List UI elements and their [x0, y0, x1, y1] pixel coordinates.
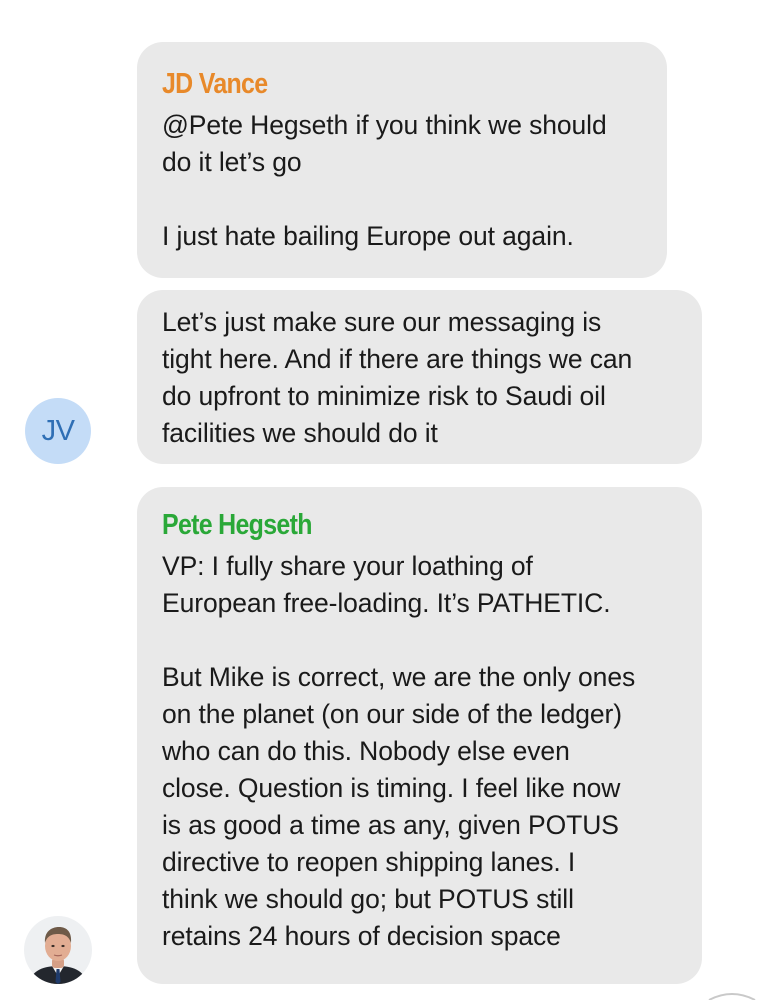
message-line: Let’s just make sure our messaging is: [162, 307, 602, 337]
avatar-pete-hegseth[interactable]: [24, 916, 92, 984]
message-line: directive to reopen shipping lanes. I: [162, 847, 576, 877]
message-line: on the planet (on our side of the ledger…: [162, 699, 622, 729]
message-line: is as good a time as any, given POTUS: [162, 810, 619, 840]
message-line: But Mike is correct, we are the only one…: [162, 662, 636, 692]
message-line: retains 24 hours of decision space: [162, 921, 561, 951]
person-photo-icon: [24, 916, 92, 984]
message-bubble-jd-vance-2[interactable]: Let’s just make sure our messaging is ti…: [137, 290, 702, 464]
sender-name-jd-vance: JD Vance: [162, 68, 268, 100]
avatar-jv[interactable]: JV: [25, 398, 91, 464]
message-line: who can do this. Nobody else even: [162, 736, 570, 766]
message-line: do it let’s go: [162, 147, 302, 177]
message-line-break: [162, 622, 702, 659]
message-line: close. Question is timing. I feel like n…: [162, 773, 621, 803]
message-line: I just hate bailing Europe out again.: [162, 221, 574, 251]
message-line: do upfront to minimize risk to Saudi oil: [162, 381, 606, 411]
message-line: @Pete Hegseth if you think we should: [162, 110, 607, 140]
message-line-break: [162, 181, 667, 218]
message-bubble-pete-hegseth[interactable]: Pete Hegseth VP: I fully share your loat…: [137, 487, 702, 984]
message-line: European free-loading. It’s PATHETIC.: [162, 588, 611, 618]
message-line: facilities we should do it: [162, 418, 438, 448]
scroll-indicator: [708, 993, 756, 1000]
sender-name-pete-hegseth: Pete Hegseth: [162, 509, 312, 541]
message-line: VP: I fully share your loathing of: [162, 551, 533, 581]
message-bubble-jd-vance-1[interactable]: JD Vance @Pete Hegseth if you think we s…: [137, 42, 667, 278]
message-line: tight here. And if there are things we c…: [162, 344, 633, 374]
message-line: think we should go; but POTUS still: [162, 884, 574, 914]
